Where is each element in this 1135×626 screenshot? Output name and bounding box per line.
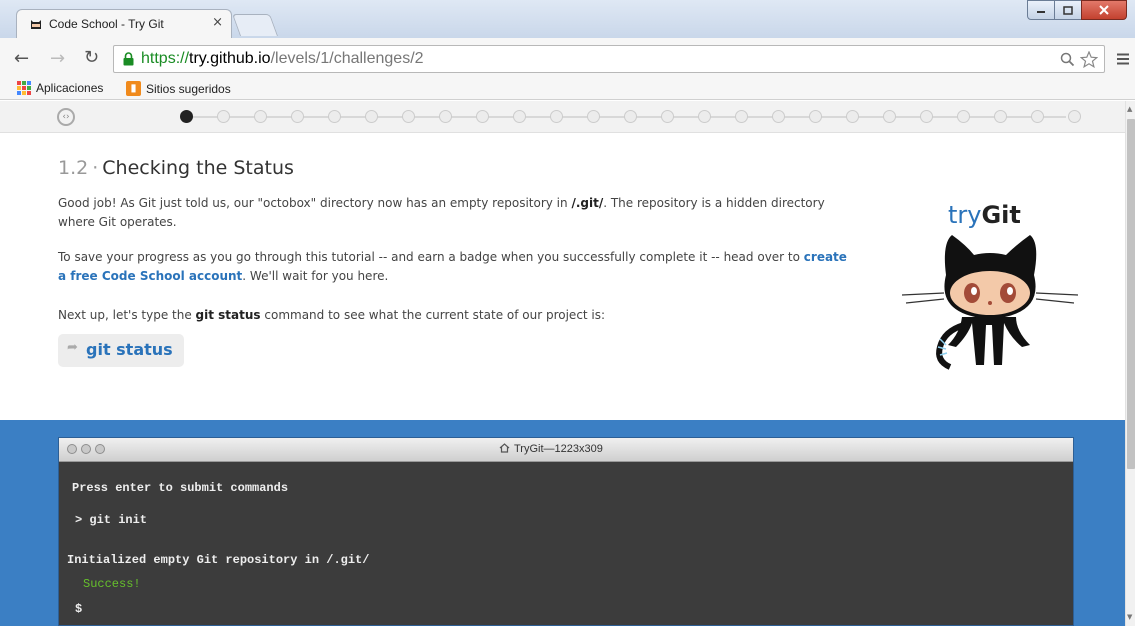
terminal-window[interactable]: TryGit—1223x309 Press enter to submit co…	[58, 437, 1074, 626]
lock-icon	[123, 52, 134, 66]
challenge-step-icon[interactable]	[439, 110, 452, 123]
challenge-step-icon[interactable]	[550, 110, 563, 123]
challenge-step-icon[interactable]	[365, 110, 378, 123]
challenge-step-icon[interactable]	[883, 110, 896, 123]
trygit-logo: tryGit	[948, 201, 1021, 229]
terminal-zoom-icon[interactable]	[95, 444, 105, 454]
heading-separator: ·	[92, 157, 99, 179]
terminal-minimize-icon[interactable]	[81, 444, 91, 454]
reload-icon[interactable]: ↻	[84, 47, 99, 68]
command-arrow-icon: ➦	[67, 340, 78, 355]
challenge-step-icon[interactable]	[920, 110, 933, 123]
bookmark-label: Sitios sugeridos	[146, 81, 231, 96]
challenge-step-icon[interactable]	[1031, 110, 1044, 123]
window-titlebar: Code School - Try Git ×	[0, 0, 1135, 39]
terminal-close-icon[interactable]	[67, 444, 77, 454]
challenge-step-icon[interactable]	[957, 110, 970, 123]
tab-close-icon[interactable]: ×	[212, 15, 223, 30]
lesson-title: Checking the Status	[102, 157, 294, 179]
new-tab-button[interactable]	[231, 14, 279, 36]
scroll-down-icon[interactable]: ▼	[1127, 613, 1132, 621]
challenge-step-icon[interactable]	[698, 110, 711, 123]
git-status-command-button[interactable]: ➦ git status	[58, 334, 184, 367]
window-controls	[1027, 0, 1127, 22]
challenge-step-icon[interactable]	[180, 110, 193, 123]
omnibox-actions	[1060, 49, 1099, 69]
close-window-icon[interactable]	[1081, 0, 1127, 20]
command-label: git status	[86, 340, 173, 359]
terminal-prompt[interactable]: $	[75, 602, 82, 616]
challenge-step-icon[interactable]	[661, 110, 674, 123]
terminal-success: Success!	[83, 577, 141, 591]
url-text: https://try.github.io/levels/1/challenge…	[141, 50, 424, 67]
suggested-sites-icon: ▮	[126, 81, 141, 96]
lesson-paragraph-1: Good job! As Git just told us, our "octo…	[58, 196, 825, 229]
octocat-favicon-icon	[31, 20, 41, 29]
lesson-paragraph-3: Next up, let's type the git status comma…	[58, 308, 606, 322]
challenge-step-icon[interactable]	[735, 110, 748, 123]
challenge-step-icon[interactable]	[513, 110, 526, 123]
challenge-step-icon[interactable]	[291, 110, 304, 123]
challenge-step-icon[interactable]	[624, 110, 637, 123]
challenge-step-icon[interactable]	[217, 110, 230, 123]
terminal-line: Press enter to submit commands	[72, 481, 289, 495]
scroll-up-icon[interactable]: ▲	[1127, 105, 1132, 113]
octocat-illustration	[902, 235, 1078, 370]
challenge-progress-bar: ‹›	[0, 101, 1125, 133]
forward-arrow-icon[interactable]: →	[50, 48, 65, 69]
bookmark-suggested-sites[interactable]: ▮ Sitios sugeridos	[126, 81, 231, 96]
challenge-step-icon[interactable]	[994, 110, 1007, 123]
home-icon	[499, 443, 510, 453]
lesson-paragraph-2: To save your progress as you go through …	[58, 250, 847, 283]
challenge-step-icon[interactable]	[809, 110, 822, 123]
zoom-search-icon[interactable]	[1060, 52, 1075, 67]
terminal-title: TryGit—1223x309	[499, 443, 603, 455]
browser-tab[interactable]: Code School - Try Git ×	[16, 9, 232, 39]
challenge-step-icon[interactable]	[328, 110, 341, 123]
scrollbar-thumb[interactable]	[1127, 119, 1135, 469]
challenge-step-icon[interactable]	[254, 110, 267, 123]
levels-menu-icon[interactable]: ‹›	[57, 108, 75, 126]
apps-grid-icon	[17, 81, 31, 95]
terminal-line: > git init	[75, 513, 148, 527]
maximize-icon[interactable]	[1054, 0, 1082, 20]
terminal-titlebar: TryGit—1223x309	[59, 438, 1073, 462]
challenge-step-icon[interactable]	[476, 110, 489, 123]
bookmark-label: Aplicaciones	[36, 81, 104, 95]
lesson-number: 1.2	[58, 157, 89, 179]
terminal-line: Initialized empty Git repository in /.gi…	[67, 553, 370, 567]
bookmarks-bar: Aplicaciones ▮ Sitios sugeridos	[0, 78, 1135, 100]
challenge-step-icon[interactable]	[402, 110, 415, 123]
chrome-menu-icon[interactable]	[1116, 52, 1130, 66]
tab-title: Code School - Try Git	[49, 17, 164, 31]
bookmark-star-icon[interactable]	[1079, 50, 1099, 69]
challenge-step-icon[interactable]	[587, 110, 600, 123]
challenge-step-icon[interactable]	[772, 110, 785, 123]
page-scrollbar[interactable]: ▲ ▼	[1125, 101, 1135, 626]
challenge-step-icon[interactable]	[846, 110, 859, 123]
bookmark-apps[interactable]: Aplicaciones	[17, 81, 103, 95]
minimize-icon[interactable]	[1027, 0, 1055, 20]
challenge-step-icon[interactable]	[1068, 110, 1081, 123]
address-bar[interactable]: https://try.github.io/levels/1/challenge…	[113, 45, 1105, 73]
lesson-panel: 1.2 · Checking the Status Good job! As Git…	[0, 133, 1125, 420]
back-arrow-icon[interactable]: ←	[14, 48, 29, 69]
lesson-heading: 1.2 · Checking the Status	[58, 157, 294, 179]
